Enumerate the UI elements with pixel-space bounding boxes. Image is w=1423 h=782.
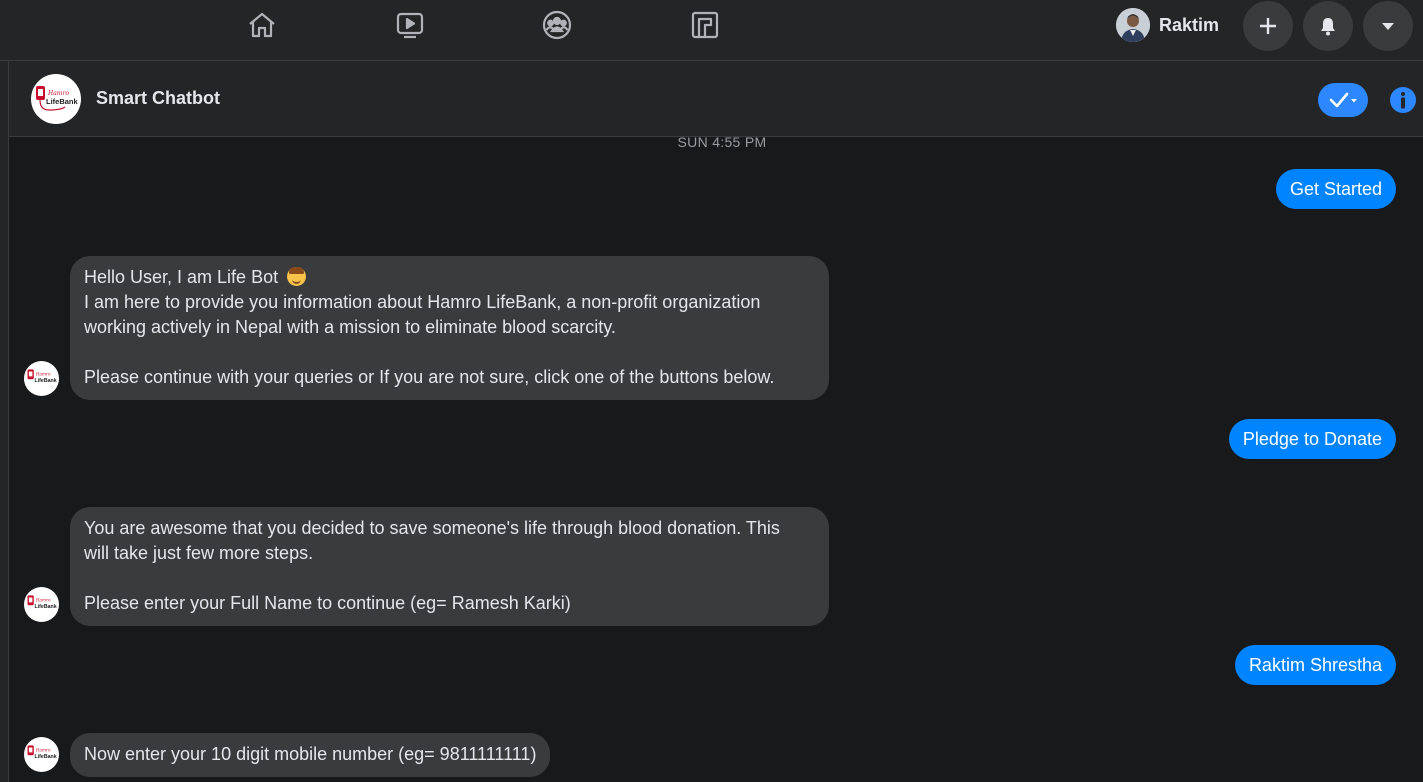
smiling-face-icon: [287, 267, 307, 286]
account-menu-button[interactable]: [1363, 1, 1413, 51]
bot-message-line: You are awesome that you decided to save…: [84, 518, 780, 538]
info-button[interactable]: [1389, 86, 1417, 114]
bot-message-line: Please enter your Full Name to continue …: [84, 593, 571, 613]
profile-chip[interactable]: Raktim: [1110, 5, 1231, 45]
plus-icon: [1260, 18, 1276, 34]
left-panel-edge: [0, 61, 9, 782]
message-timestamp: SUN 4:55 PM: [677, 134, 767, 150]
bot-message-line: Hello User, I am Life Bot: [84, 267, 279, 287]
bot-message: Hello User, I am Life Bot I am here to p…: [70, 256, 829, 400]
chatbot-logo[interactable]: Hamro LifeBank: [31, 74, 81, 124]
groups-icon[interactable]: [540, 8, 574, 42]
check-dropdown-icon: [1329, 92, 1357, 108]
lifebank-logo-icon: Hamro LifeBank: [36, 86, 79, 111]
svg-text:LifeBank: LifeBank: [35, 604, 57, 610]
bot-message: Now enter your 10 digit mobile number (e…: [70, 733, 551, 777]
svg-text:LifeBank: LifeBank: [35, 378, 57, 384]
svg-text:LifeBank: LifeBank: [46, 97, 79, 106]
svg-text:Hamro: Hamro: [35, 372, 51, 377]
mark-done-button[interactable]: [1318, 83, 1368, 117]
info-icon: [1390, 87, 1416, 113]
user-message[interactable]: Raktim Shrestha: [1234, 645, 1396, 685]
bot-message-line: Please continue with your queries or If …: [84, 367, 775, 387]
svg-text:LifeBank: LifeBank: [35, 754, 57, 760]
lifebank-logo-icon: Hamro LifeBank: [27, 745, 57, 760]
user-message[interactable]: Pledge to Donate: [1228, 419, 1396, 459]
bot-avatar[interactable]: Hamro LifeBank: [24, 361, 59, 396]
svg-text:Hamro: Hamro: [35, 748, 51, 753]
gaming-icon[interactable]: [688, 8, 722, 42]
bot-message-line: working actively in Nepal with a mission…: [84, 317, 616, 337]
lifebank-logo-icon: Hamro LifeBank: [27, 369, 57, 384]
chat-title: Smart Chatbot: [96, 88, 221, 108]
bot-message-line: I am here to provide you information abo…: [84, 292, 761, 312]
bell-icon: [1321, 18, 1335, 36]
bot-message-line: Now enter your 10 digit mobile number (e…: [84, 744, 537, 764]
svg-text:Hamro: Hamro: [47, 90, 69, 97]
top-navigation-bar: Raktim: [0, 0, 1423, 61]
bot-message: You are awesome that you decided to save…: [70, 507, 829, 626]
notifications-button[interactable]: [1303, 1, 1353, 51]
user-avatar: [1116, 8, 1150, 42]
chat-header: Hamro LifeBank Smart Chatbot: [9, 61, 1423, 137]
caret-down-icon: [1382, 23, 1394, 30]
user-message[interactable]: Get Started: [1275, 169, 1396, 209]
svg-text:Hamro: Hamro: [35, 598, 51, 603]
home-icon[interactable]: [245, 8, 279, 42]
watch-icon[interactable]: [393, 8, 427, 42]
profile-name: Raktim: [1159, 14, 1220, 35]
bot-avatar[interactable]: Hamro LifeBank: [24, 587, 59, 622]
bot-message-line: will take just few more steps.: [84, 543, 314, 563]
create-button[interactable]: [1243, 1, 1293, 51]
bot-avatar[interactable]: Hamro LifeBank: [24, 737, 59, 772]
lifebank-logo-icon: Hamro LifeBank: [27, 595, 57, 610]
